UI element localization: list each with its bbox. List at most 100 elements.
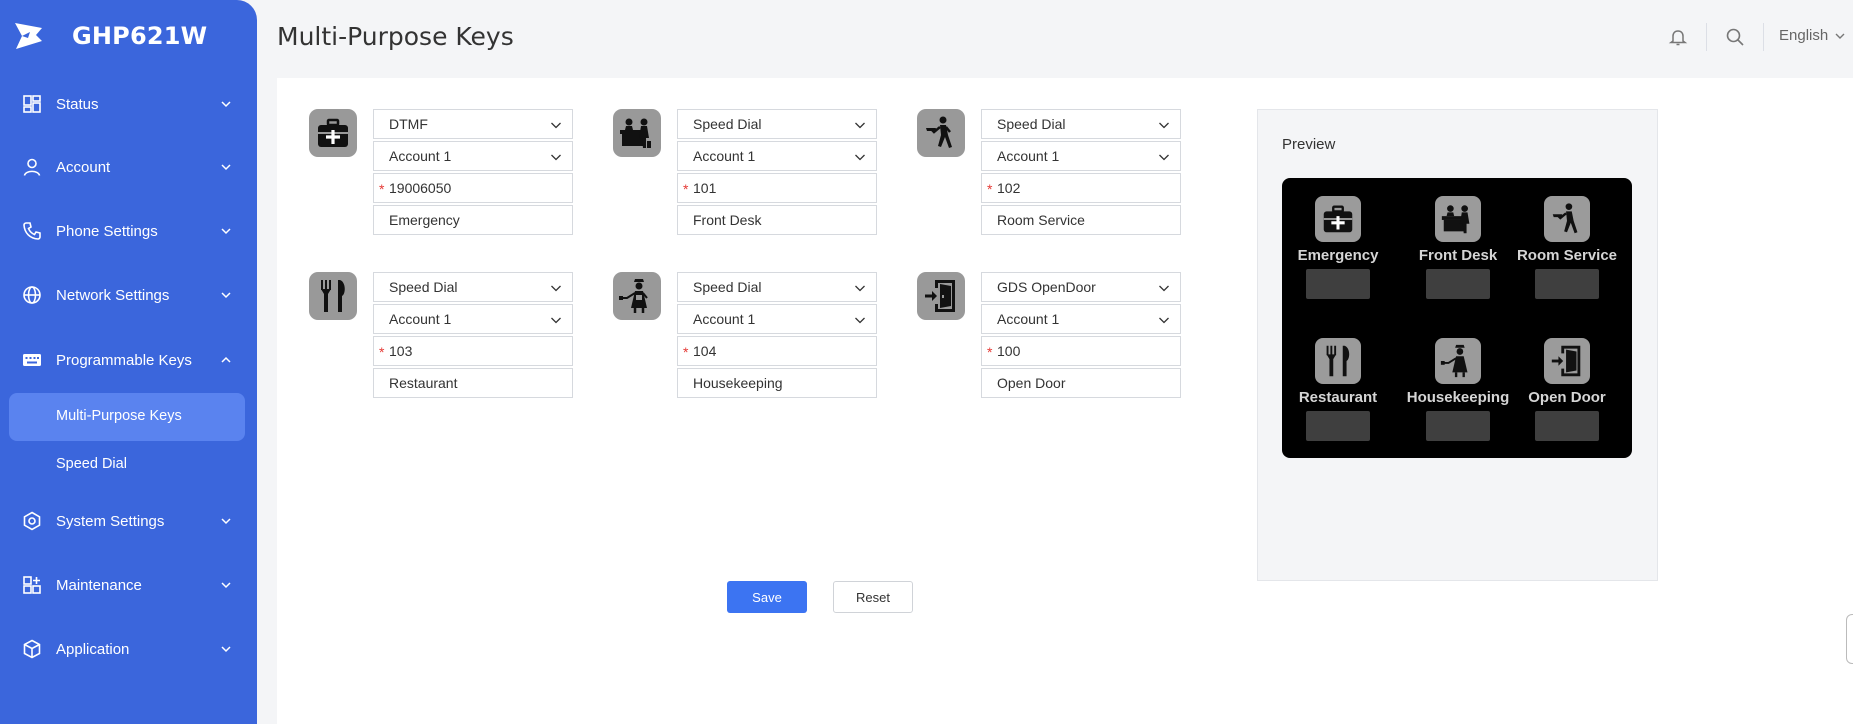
save-button[interactable]: Save — [727, 581, 807, 613]
select-value: Account 1 — [997, 148, 1060, 164]
chevron-down-icon — [551, 154, 561, 161]
input-value: Restaurant — [389, 375, 458, 391]
open-door-icon[interactable] — [917, 272, 965, 320]
preview-key-slot — [1535, 269, 1599, 299]
key-2-label-input[interactable]: Front Desk — [677, 205, 877, 235]
phone-icon — [23, 222, 41, 240]
chevron-down-icon — [855, 154, 865, 161]
sidebar-item-system-settings[interactable]: System Settings — [0, 501, 257, 541]
required-marker: * — [683, 344, 689, 360]
sidebar-item-label: Account — [56, 158, 111, 176]
preview-key-label: Room Service — [1516, 247, 1618, 264]
key-3-value-input[interactable]: * 102 — [981, 173, 1181, 203]
select-value: Account 1 — [997, 311, 1060, 327]
reset-button[interactable]: Reset — [833, 581, 913, 613]
key-1-value-input[interactable]: * 19006050 — [373, 173, 573, 203]
key-5-mode-select[interactable]: Speed Dial — [677, 272, 877, 302]
preview-key-slot — [1306, 411, 1370, 441]
required-marker: * — [379, 181, 385, 197]
key-4-account-select[interactable]: Account 1 — [373, 304, 573, 334]
chevron-down-icon — [221, 646, 231, 653]
input-value: 19006050 — [389, 180, 452, 196]
key-6-account-select[interactable]: Account 1 — [981, 304, 1181, 334]
chevron-down-icon — [551, 317, 561, 324]
key-2-mode-select[interactable]: Speed Dial — [677, 109, 877, 139]
emergency-icon[interactable] — [309, 109, 357, 157]
input-value: 100 — [997, 343, 1021, 359]
bell-icon[interactable] — [1668, 27, 1688, 47]
chevron-down-icon — [1835, 33, 1845, 39]
preview-key-slot — [1426, 269, 1490, 299]
key-3-account-select[interactable]: Account 1 — [981, 141, 1181, 171]
preview-key-label: Open Door — [1528, 389, 1606, 406]
input-value: Front Desk — [693, 212, 762, 228]
dashboard-icon — [23, 95, 41, 113]
preview-key-label: Housekeeping — [1406, 389, 1510, 406]
select-value: Speed Dial — [997, 116, 1066, 132]
restaurant-icon[interactable] — [309, 272, 357, 320]
chevron-down-icon — [1159, 122, 1169, 129]
sidebar-item-label: Maintenance — [56, 576, 142, 594]
input-value: 104 — [693, 343, 717, 359]
sidebar-subitem-multi-purpose-keys[interactable]: Multi-Purpose Keys — [56, 408, 182, 424]
select-value: DTMF — [389, 116, 428, 132]
select-value: Speed Dial — [693, 279, 762, 295]
sidebar-item-maintenance[interactable]: Maintenance — [0, 565, 257, 605]
room-service-icon[interactable] — [917, 109, 965, 157]
select-value: Account 1 — [693, 148, 756, 164]
key-3-mode-select[interactable]: Speed Dial — [981, 109, 1181, 139]
key-5-account-select[interactable]: Account 1 — [677, 304, 877, 334]
key-5-label-input[interactable]: Housekeeping — [677, 368, 877, 398]
globe-icon — [23, 286, 41, 304]
key-3-label-input[interactable]: Room Service — [981, 205, 1181, 235]
select-value: Account 1 — [693, 311, 756, 327]
sidebar-item-label: Phone Settings — [56, 222, 158, 240]
sidebar-item-account[interactable]: Account — [0, 147, 257, 187]
key-2-account-select[interactable]: Account 1 — [677, 141, 877, 171]
chevron-down-icon — [1159, 317, 1169, 324]
sidebar-item-network-settings[interactable]: Network Settings — [0, 275, 257, 315]
chevron-down-icon — [1159, 285, 1169, 292]
key-2-value-input[interactable]: * 101 — [677, 173, 877, 203]
search-icon[interactable] — [1725, 27, 1745, 47]
key-4-value-input[interactable]: * 103 — [373, 336, 573, 366]
key-6-label-input[interactable]: Open Door — [981, 368, 1181, 398]
front-desk-icon[interactable] — [613, 109, 661, 157]
input-value: Emergency — [389, 212, 460, 228]
chevron-down-icon — [551, 285, 561, 292]
chevron-down-icon — [221, 228, 231, 235]
chevron-down-icon — [221, 292, 231, 299]
sidebar-subitem-speed-dial[interactable]: Speed Dial — [56, 456, 127, 472]
input-value: Housekeeping — [693, 375, 783, 391]
chevron-down-icon — [551, 122, 561, 129]
sidebar-item-status[interactable]: Status — [0, 84, 257, 124]
sidebar-item-label: Programmable Keys — [56, 351, 192, 369]
preview-key-slot — [1426, 411, 1490, 441]
sidebar-item-application[interactable]: Application — [0, 629, 257, 669]
sidebar-item-label: Network Settings — [56, 286, 170, 304]
language-select[interactable]: English — [1779, 27, 1846, 44]
sidebar-item-phone-settings[interactable]: Phone Settings — [0, 211, 257, 251]
chevron-down-icon — [855, 317, 865, 324]
select-value: Speed Dial — [389, 279, 458, 295]
side-drawer-handle[interactable] — [1846, 614, 1853, 664]
chevron-down-icon — [221, 164, 231, 171]
required-marker: * — [987, 181, 993, 197]
preview-key-slot — [1306, 269, 1370, 299]
key-1-label-input[interactable]: Emergency — [373, 205, 573, 235]
key-1-mode-select[interactable]: DTMF — [373, 109, 573, 139]
key-6-mode-select[interactable]: GDS OpenDoor — [981, 272, 1181, 302]
key-5-value-input[interactable]: * 104 — [677, 336, 877, 366]
key-1-account-select[interactable]: Account 1 — [373, 141, 573, 171]
header-divider — [1763, 23, 1764, 51]
housekeeping-icon[interactable] — [613, 272, 661, 320]
language-label: English — [1779, 27, 1829, 44]
key-6-value-input[interactable]: * 100 — [981, 336, 1181, 366]
key-4-mode-select[interactable]: Speed Dial — [373, 272, 573, 302]
required-marker: * — [379, 344, 385, 360]
brand: GHP621W — [12, 18, 207, 54]
key-4-label-input[interactable]: Restaurant — [373, 368, 573, 398]
sidebar-item-programmable-keys[interactable]: Programmable Keys — [0, 340, 257, 380]
preview-key-slot — [1535, 411, 1599, 441]
grandstream-logo-icon — [15, 23, 42, 49]
